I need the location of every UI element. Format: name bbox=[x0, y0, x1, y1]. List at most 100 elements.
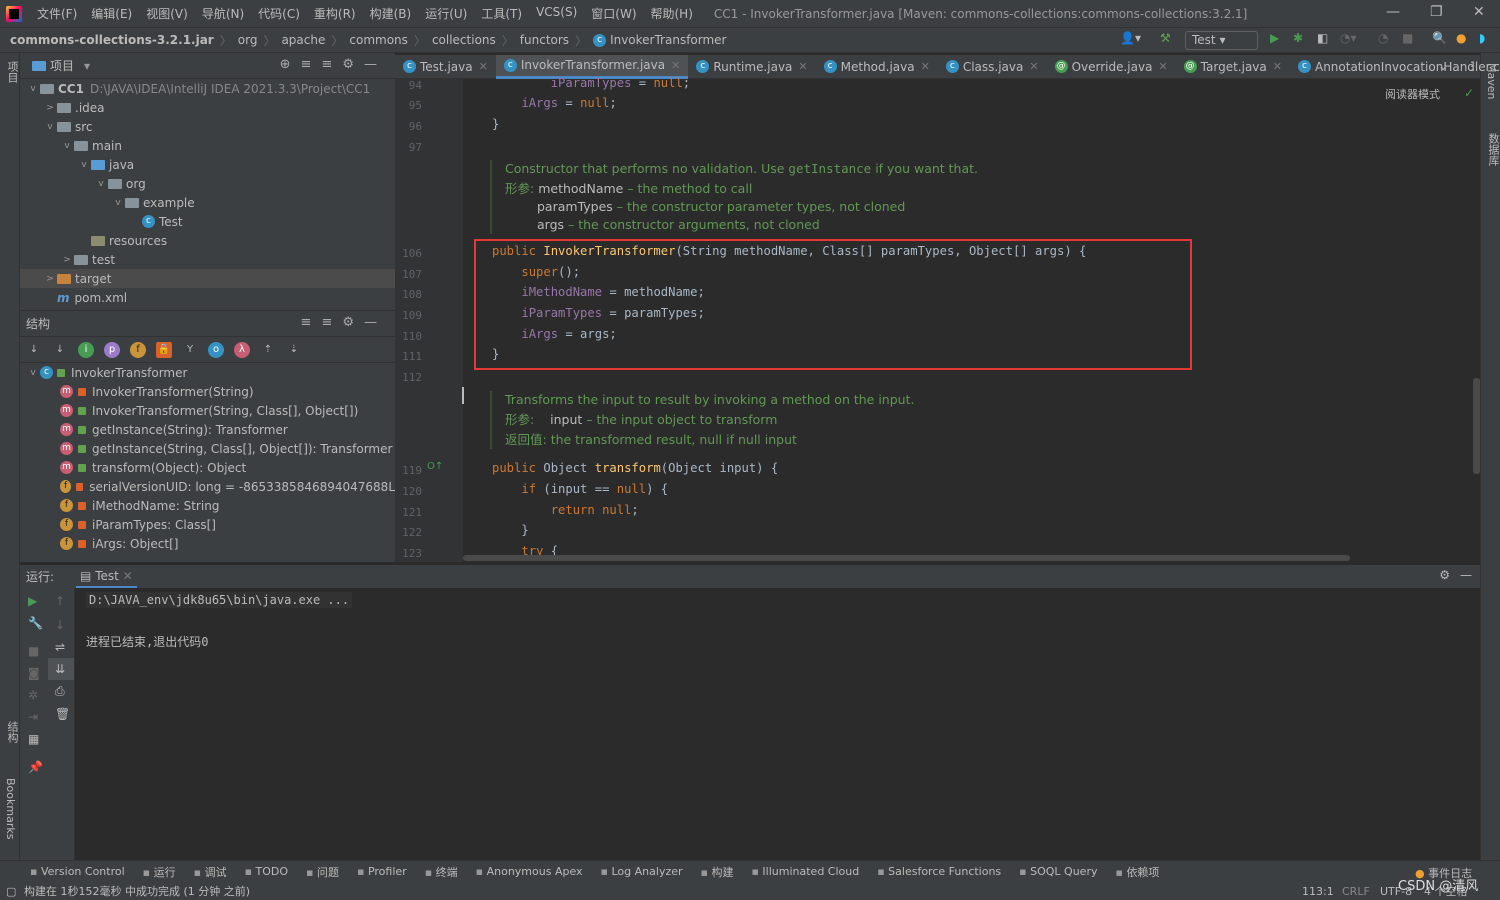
chevron-down-icon[interactable]: v bbox=[26, 84, 40, 94]
more-icon[interactable]: ⋮ bbox=[1466, 59, 1478, 73]
tool-window-button[interactable]: 调试 bbox=[194, 864, 227, 880]
editor-tab[interactable]: c Test.java ✕ bbox=[395, 55, 496, 79]
exit-icon[interactable]: ⇥ bbox=[20, 706, 48, 728]
tree-item[interactable]: v example bbox=[20, 193, 395, 212]
editor-tab[interactable]: @ Target.java ✕ bbox=[1176, 55, 1290, 79]
project-panel-title[interactable]: 项目 bbox=[50, 57, 74, 74]
properties-icon[interactable]: p bbox=[104, 341, 120, 358]
menu-item[interactable]: 窗口(W) bbox=[584, 5, 643, 22]
structure-item[interactable]: m InvokerTransformer(String, Class[], Obj… bbox=[20, 401, 395, 420]
tool-window-button[interactable]: 问题 bbox=[306, 864, 339, 880]
stop-icon[interactable]: ■ bbox=[20, 632, 48, 662]
tool-window-button[interactable]: Salesforce Functions bbox=[877, 865, 1001, 878]
tool-window-button[interactable]: 终端 bbox=[425, 864, 458, 880]
code-line[interactable]: } bbox=[492, 117, 499, 131]
breadcrumb-item[interactable]: collections bbox=[432, 33, 496, 47]
code-line[interactable]: iArgs = null; bbox=[492, 96, 616, 110]
reader-mode-toggle[interactable]: 阅读器模式 bbox=[1385, 86, 1440, 102]
bookmarks-tool-button[interactable]: Bookmarks bbox=[4, 778, 17, 839]
menu-item[interactable]: 导航(N) bbox=[195, 5, 251, 22]
gear-icon[interactable]: ⚙ bbox=[1439, 568, 1450, 582]
tool-window-button[interactable]: 依赖项 bbox=[1115, 864, 1159, 880]
menu-item[interactable]: 代码(C) bbox=[251, 5, 307, 22]
trash-icon[interactable]: 🗑 bbox=[48, 703, 74, 725]
anonymous-icon[interactable]: Y bbox=[182, 342, 198, 358]
up-icon[interactable]: ↑ bbox=[48, 588, 74, 614]
tool-window-button[interactable]: Version Control bbox=[30, 865, 125, 878]
soft-wrap-icon[interactable]: ⇌ bbox=[48, 636, 74, 658]
run-icon[interactable]: ▶ bbox=[1270, 31, 1279, 50]
menu-item[interactable]: VCS(S) bbox=[529, 5, 584, 22]
breadcrumb-item[interactable]: functors bbox=[520, 33, 569, 47]
menu-item[interactable]: 重构(R) bbox=[307, 5, 363, 22]
tree-item[interactable]: v CC1 D:\JAVA\IDEA\IntelliJ IDEA 2021.3.3\… bbox=[20, 79, 395, 98]
sort-alpha-icon[interactable]: ↓ bbox=[52, 342, 68, 358]
tool-window-button[interactable]: TODO bbox=[245, 865, 289, 878]
structure-item[interactable]: f iParamTypes: Class[] bbox=[20, 515, 395, 534]
close-tab-icon[interactable]: ✕ bbox=[479, 60, 488, 73]
breadcrumb-item[interactable]: commons-collections-3.2.1.jar bbox=[10, 33, 214, 47]
menu-item[interactable]: 视图(V) bbox=[139, 5, 195, 22]
doc-code-link[interactable]: getInstance bbox=[788, 161, 871, 176]
close-button[interactable]: ✕ bbox=[1473, 4, 1485, 20]
tool-window-button[interactable]: Illuminated Cloud bbox=[751, 865, 859, 878]
hide-icon[interactable]: — bbox=[1460, 568, 1472, 582]
structure-item[interactable]: f iArgs: Object[] bbox=[20, 534, 395, 553]
sort-visibility-icon[interactable]: ↓ bbox=[26, 342, 42, 358]
close-tab-icon[interactable]: ✕ bbox=[671, 59, 680, 72]
structure-item[interactable]: m getInstance(String, Class[], Object[]):… bbox=[20, 439, 395, 458]
down-icon[interactable]: ↓ bbox=[48, 614, 74, 636]
tree-item[interactable]: c Test bbox=[20, 212, 395, 231]
tree-item[interactable]: m pom.xml bbox=[20, 288, 395, 307]
close-tab-icon[interactable]: ✕ bbox=[798, 60, 807, 73]
menu-item[interactable]: 帮助(H) bbox=[644, 5, 700, 22]
caret-position[interactable]: 113:1 bbox=[1302, 885, 1334, 898]
structure-item[interactable]: m InvokerTransformer(String) bbox=[20, 382, 395, 401]
profile-icon[interactable]: ◔▾ bbox=[1340, 31, 1357, 50]
chevron-right-icon[interactable]: > bbox=[60, 255, 74, 265]
tool-window-button[interactable]: Anonymous Apex bbox=[476, 865, 583, 878]
tree-item[interactable]: v src bbox=[20, 117, 395, 136]
debug-icon[interactable]: ✱ bbox=[1293, 31, 1303, 50]
close-tab-icon[interactable]: ✕ bbox=[1029, 60, 1038, 73]
attach-icon[interactable]: ◔ bbox=[1378, 31, 1388, 50]
update-icon[interactable]: ● bbox=[1456, 31, 1466, 50]
stop-icon[interactable]: ■ bbox=[1402, 31, 1413, 50]
fields-icon[interactable]: f bbox=[130, 341, 146, 358]
code-line[interactable]: if (input == null) { bbox=[492, 482, 668, 496]
pin-icon[interactable]: 📌 bbox=[20, 750, 48, 784]
tool-window-button[interactable]: 运行 bbox=[143, 864, 176, 880]
print-icon[interactable]: ⎙ bbox=[48, 680, 74, 703]
editor-tab[interactable]: c Class.java ✕ bbox=[938, 55, 1047, 79]
status-toggle-icon[interactable]: ▢ bbox=[6, 885, 16, 898]
tree-item[interactable]: v main bbox=[20, 136, 395, 155]
override-marker-icon[interactable]: O↑ bbox=[427, 461, 443, 472]
structure-item[interactable]: f serialVersionUID: long = -8653385846894… bbox=[20, 477, 395, 496]
autoscroll-from-source-icon[interactable]: ⇣ bbox=[286, 342, 302, 358]
chevron-down-icon[interactable]: v bbox=[111, 198, 125, 208]
structure-item[interactable]: m getInstance(String): Transformer bbox=[20, 420, 395, 439]
restore-button[interactable]: ❐ bbox=[1430, 4, 1443, 20]
database-tool-button[interactable]: 数据库 bbox=[1485, 133, 1500, 166]
autoscroll-to-source-icon[interactable]: ⇡ bbox=[260, 342, 276, 358]
panel-header-icons[interactable]: ≡≡⚙— bbox=[301, 315, 387, 330]
tree-item[interactable]: > .idea bbox=[20, 98, 395, 117]
editor-tab[interactable]: c Method.java ✕ bbox=[816, 55, 938, 79]
wrench-icon[interactable]: 🔧 bbox=[20, 614, 48, 632]
chevron-down-icon[interactable]: v bbox=[26, 368, 40, 378]
settings-icon[interactable]: ✲ bbox=[20, 684, 48, 706]
editor-tab[interactable]: @ Override.java ✕ bbox=[1047, 55, 1176, 79]
project-tool-button[interactable]: 项目 bbox=[4, 61, 20, 83]
vertical-scrollbar[interactable] bbox=[1473, 378, 1480, 474]
close-tab-icon[interactable]: ✕ bbox=[1273, 60, 1282, 73]
breadcrumb-item[interactable]: apache bbox=[281, 33, 325, 47]
breadcrumb-item[interactable]: InvokerTransformer bbox=[610, 33, 726, 47]
chevron-right-icon[interactable]: > bbox=[43, 274, 57, 284]
code-line[interactable]: } bbox=[492, 523, 528, 537]
structure-tool-button[interactable]: 结构 bbox=[4, 721, 20, 743]
close-tab-icon[interactable]: ✕ bbox=[1158, 60, 1167, 73]
structure-root[interactable]: v c InvokerTransformer bbox=[20, 363, 395, 382]
tab-list-chevron-icon[interactable]: ⌄ bbox=[1438, 59, 1448, 73]
lambda-icon[interactable]: λ bbox=[234, 341, 250, 358]
chevron-right-icon[interactable]: > bbox=[43, 103, 57, 113]
